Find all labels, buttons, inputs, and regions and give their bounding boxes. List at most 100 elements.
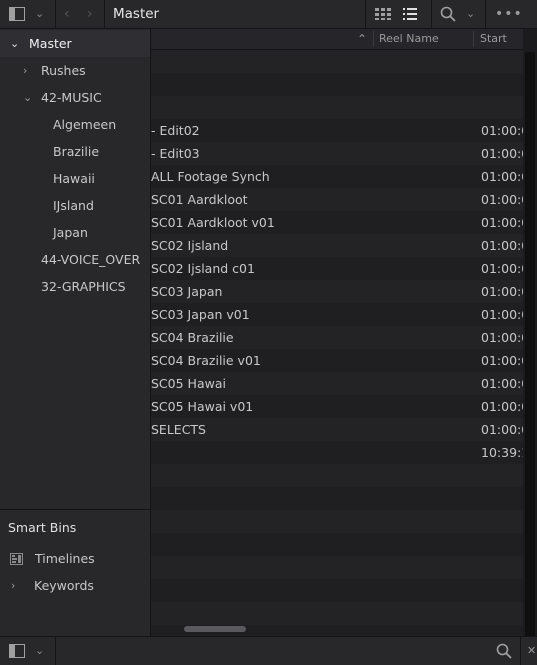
start-tc: 01:00:0 bbox=[481, 307, 523, 322]
start-tc: 01:00:0 bbox=[481, 146, 523, 161]
sort-ascending-icon[interactable]: ⌃ bbox=[357, 29, 367, 49]
empty-row bbox=[151, 464, 523, 487]
table-row[interactable]: ALL Footage Synch 01:00:0 bbox=[151, 165, 523, 188]
empty-row bbox=[151, 556, 523, 579]
clip-list: ⌃ Reel Name Start TC - Edit02 01:00:0 - E… bbox=[151, 29, 523, 636]
sidebar-item-label: IJsland bbox=[53, 198, 94, 213]
smart-bin-keywords[interactable]: › Keywords bbox=[0, 572, 150, 599]
table-row[interactable]: SC01 Aardkloot 01:00:0 bbox=[151, 188, 523, 211]
more-icon[interactable]: ••• bbox=[495, 0, 523, 28]
sidebar-item-rushes[interactable]: › Rushes bbox=[0, 57, 150, 84]
back-icon[interactable]: ‹ bbox=[64, 0, 70, 28]
search-icon[interactable] bbox=[496, 637, 512, 665]
start-tc: 01:00:0 bbox=[481, 330, 523, 345]
clip-name: SC01 Aardkloot bbox=[151, 192, 248, 207]
clip-name: SELECTS bbox=[151, 422, 206, 437]
sidebar-item-label: Algemeen bbox=[53, 117, 117, 132]
table-row[interactable]: SC02 Ijsland c01 01:00:0 bbox=[151, 257, 523, 280]
empty-row bbox=[151, 602, 523, 625]
clip-name: SC02 Ijsland bbox=[151, 238, 229, 253]
table-row[interactable]: SC01 Aardkloot v01 01:00:0 bbox=[151, 211, 523, 234]
sidebar-options-chevron-down-icon[interactable]: ⌄ bbox=[35, 0, 44, 28]
horizontal-scrollbar[interactable] bbox=[184, 626, 246, 632]
sidebar-item-brazilie[interactable]: Brazilie bbox=[0, 138, 150, 165]
smart-bins-header: Smart Bins bbox=[0, 514, 150, 541]
bin-sidebar: ⌄ Master › Rushes ⌄ 42-MUSIC Algemeen Br… bbox=[0, 29, 151, 636]
empty-row bbox=[151, 579, 523, 602]
sidebar-item-japan[interactable]: Japan bbox=[0, 219, 150, 246]
clip-name: SC03 Japan v01 bbox=[151, 307, 250, 322]
top-toolbar: ⌄ ‹ › Master ⌄ ••• bbox=[0, 0, 537, 29]
sidebar-item-ijsland[interactable]: IJsland bbox=[0, 192, 150, 219]
clip-name: - Edit02 bbox=[151, 123, 200, 138]
table-row[interactable]: SC03 Japan v01 01:00:0 bbox=[151, 303, 523, 326]
column-header-reel-name[interactable]: Reel Name bbox=[379, 29, 439, 49]
chevron-down-icon[interactable]: ⌄ bbox=[35, 637, 44, 665]
sidebar-item-hawaii[interactable]: Hawaii bbox=[0, 165, 150, 192]
table-row[interactable] bbox=[151, 73, 523, 96]
empty-row bbox=[151, 533, 523, 556]
right-edge-panel bbox=[523, 29, 537, 649]
bin-title: Master bbox=[113, 6, 160, 22]
chevron-down-icon[interactable]: ⌄ bbox=[23, 84, 32, 111]
sidebar-item-label: 42-MUSIC bbox=[41, 90, 102, 105]
sidebar-item-label: Master bbox=[29, 36, 72, 51]
start-tc: 10:39:1 bbox=[481, 445, 523, 460]
sidebar-item-label: Hawaii bbox=[53, 171, 95, 186]
sidebar-item-master[interactable]: ⌄ Master bbox=[0, 30, 150, 57]
sidebar-item-42-music[interactable]: ⌄ 42-MUSIC bbox=[0, 84, 150, 111]
forward-icon[interactable]: › bbox=[87, 0, 93, 28]
sidebar-item-label: Keywords bbox=[34, 578, 94, 593]
smart-bin-icon bbox=[10, 545, 23, 572]
clip-name: SC03 Japan bbox=[151, 284, 223, 299]
start-tc: 01:00:0 bbox=[481, 215, 523, 230]
start-tc: 01:00:0 bbox=[481, 169, 523, 184]
sidebar-item-label: Timelines bbox=[35, 551, 95, 566]
search-icon[interactable] bbox=[440, 0, 456, 28]
bottom-bar: ⌄ ✕ bbox=[0, 636, 537, 665]
table-row[interactable]: - Edit03 01:00:0 bbox=[151, 142, 523, 165]
sidebar-toggle-icon[interactable] bbox=[9, 0, 25, 28]
smart-bin-timelines[interactable]: Timelines bbox=[0, 545, 150, 572]
table-row[interactable]: SC04 Brazilie 01:00:0 bbox=[151, 326, 523, 349]
clip-name: SC05 Hawai v01 bbox=[151, 399, 254, 414]
empty-row bbox=[151, 487, 523, 510]
clip-name: SC02 Ijsland c01 bbox=[151, 261, 255, 276]
clip-name: ALL Footage Synch bbox=[151, 169, 270, 184]
table-row[interactable]: SC04 Brazilie v01 01:00:0 bbox=[151, 349, 523, 372]
list-view-icon[interactable] bbox=[403, 0, 417, 28]
sidebar-toggle-icon[interactable] bbox=[9, 637, 25, 665]
table-row[interactable]: SC03 Japan 01:00:0 bbox=[151, 280, 523, 303]
clip-name: SC05 Hawai bbox=[151, 376, 226, 391]
clip-name: SC04 Brazilie bbox=[151, 330, 234, 345]
close-icon[interactable]: ✕ bbox=[527, 637, 536, 665]
vertical-scrollbar[interactable] bbox=[525, 52, 535, 649]
table-row[interactable] bbox=[151, 96, 523, 119]
table-row[interactable]: SELECTS 01:00:0 bbox=[151, 418, 523, 441]
sidebar-divider bbox=[0, 509, 150, 510]
start-tc: 01:00:0 bbox=[481, 238, 523, 253]
sidebar-item-44-voice-over[interactable]: 44-VOICE_OVER bbox=[0, 246, 150, 273]
sidebar-item-32-graphics[interactable]: 32-GRAPHICS bbox=[0, 273, 150, 300]
start-tc: 01:00:0 bbox=[481, 123, 523, 138]
search-options-chevron-down-icon[interactable]: ⌄ bbox=[466, 0, 475, 28]
table-row[interactable]: - Edit02 01:00:0 bbox=[151, 119, 523, 142]
sidebar-item-algemeen[interactable]: Algemeen bbox=[0, 111, 150, 138]
grid-view-icon[interactable] bbox=[375, 0, 391, 28]
table-row[interactable] bbox=[151, 50, 523, 73]
sidebar-item-label: 44-VOICE_OVER bbox=[41, 252, 141, 267]
clip-name: SC01 Aardkloot v01 bbox=[151, 215, 275, 230]
table-row[interactable]: SC05 Hawai 01:00:0 bbox=[151, 372, 523, 395]
table-row[interactable]: 10:39:1 bbox=[151, 441, 523, 464]
chevron-right-icon[interactable]: › bbox=[11, 572, 15, 599]
empty-row bbox=[151, 510, 523, 533]
sidebar-item-label: Brazilie bbox=[53, 144, 100, 159]
sidebar-item-label: 32-GRAPHICS bbox=[41, 279, 126, 294]
table-row[interactable]: SC05 Hawai v01 01:00:0 bbox=[151, 395, 523, 418]
chevron-right-icon[interactable]: › bbox=[23, 57, 27, 84]
chevron-down-icon[interactable]: ⌄ bbox=[10, 30, 19, 57]
clip-name: - Edit03 bbox=[151, 146, 200, 161]
table-row[interactable]: SC02 Ijsland 01:00:0 bbox=[151, 234, 523, 257]
clip-name: SC04 Brazilie v01 bbox=[151, 353, 261, 368]
smart-bins-label: Smart Bins bbox=[8, 520, 77, 535]
